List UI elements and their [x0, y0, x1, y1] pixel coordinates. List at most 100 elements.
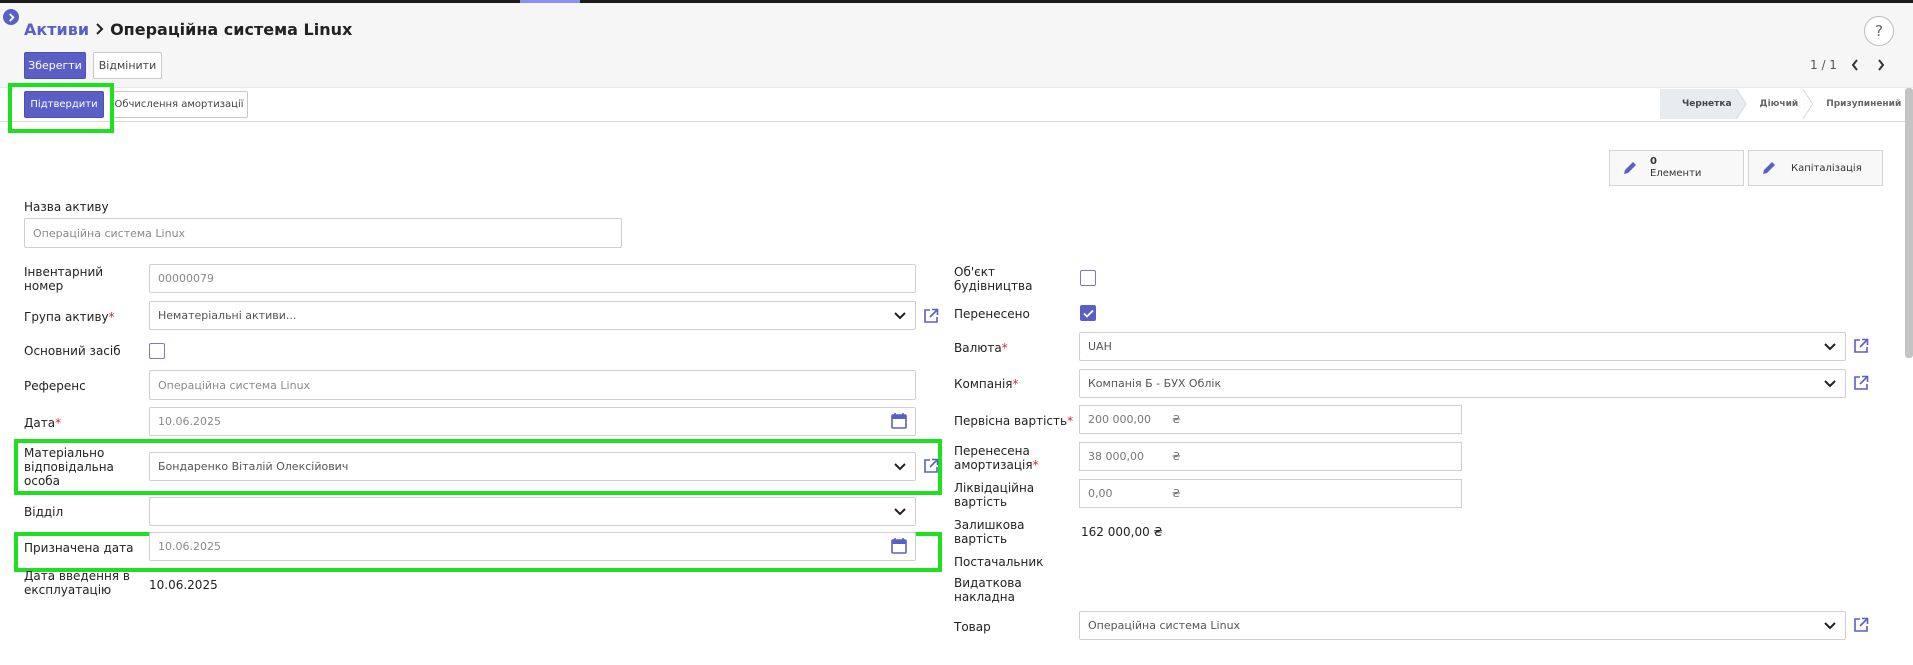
initial-cost-value: 200 000,00 — [1088, 413, 1151, 426]
commission-date-value: 10.06.2025 — [149, 578, 218, 592]
stage-active[interactable]: Діючий — [1738, 89, 1813, 119]
compute-depreciation-button[interactable]: Обчислення амортизації — [110, 91, 248, 118]
required-mark: * — [1032, 458, 1039, 472]
external-link-icon[interactable] — [1852, 374, 1870, 392]
company-label: Компанія* — [954, 377, 1019, 391]
required-mark: * — [55, 416, 62, 430]
company-select[interactable]: Компанія Б - БУХ Облік — [1079, 369, 1846, 398]
initial-cost-field[interactable]: 200 000,00 ₴ — [1079, 405, 1462, 434]
transferred-depreciation-label-text: Перенесена амортизація — [954, 444, 1033, 472]
reference-value: Операційна система Linux — [158, 378, 311, 392]
menu-toggle-icon[interactable] — [3, 9, 19, 25]
product-value: Операційна система Linux — [1088, 619, 1241, 632]
check-icon — [1082, 309, 1094, 318]
chevron-down-icon — [893, 505, 907, 519]
required-mark: * — [1012, 377, 1019, 391]
product-label: Товар — [954, 620, 991, 634]
fixed-asset-label: Основний засіб — [24, 344, 121, 358]
currency-label-text: Валюта — [954, 341, 1002, 355]
pager: 1 / 1 — [1810, 57, 1889, 73]
scrollbar[interactable] — [1905, 88, 1913, 358]
items-label: Елементи — [1650, 168, 1702, 179]
chevron-down-icon — [1823, 340, 1837, 354]
calendar-icon[interactable] — [891, 537, 907, 557]
initial-cost-label: Первісна вартість* — [954, 414, 1073, 428]
calendar-icon[interactable] — [891, 412, 907, 432]
residual-value-value: 162 000,00 ₴ — [1081, 525, 1163, 539]
date-label: Дата* — [24, 416, 61, 430]
assigned-date-value: 10.06.2025 — [158, 540, 221, 553]
items-smart-button[interactable]: 0 Елементи — [1609, 150, 1744, 186]
responsible-person-label: Матеріально відповідальна особа — [24, 446, 114, 488]
currency-symbol: ₴ — [1172, 450, 1181, 463]
date-field[interactable]: 10.06.2025 — [149, 407, 916, 436]
help-button[interactable]: ? — [1864, 16, 1894, 46]
asset-group-label-text: Група активу — [24, 310, 109, 324]
transferred-label: Перенесено — [954, 307, 1030, 321]
chevron-right-icon — [95, 21, 104, 39]
breadcrumb-root-link[interactable]: Активи — [24, 20, 89, 39]
assigned-date-field[interactable]: 10.06.2025 — [149, 532, 916, 561]
breadcrumb: Активи Операційна система Linux — [24, 20, 352, 39]
required-mark: * — [1001, 341, 1008, 355]
reference-label: Референс — [24, 379, 86, 393]
pencil-icon — [1610, 159, 1650, 177]
transferred-checkbox[interactable] — [1080, 305, 1096, 321]
discard-button[interactable]: Відмінити — [93, 52, 162, 79]
asset-name-value: Операційна система Linux — [33, 226, 186, 240]
external-link-icon[interactable] — [1852, 337, 1870, 355]
external-link-icon[interactable] — [922, 307, 940, 325]
status-stages: Чернетка Діючий Призупинений — [1660, 89, 1913, 119]
responsible-person-select[interactable]: Бондаренко Віталій Олексійович — [149, 452, 916, 481]
salvage-value-label: Ліквідаційна вартість — [954, 481, 1035, 509]
chevron-down-icon — [1823, 619, 1837, 633]
inventory-number-value: 00000079 — [158, 272, 214, 285]
statusbar — [0, 87, 1913, 122]
asset-name-label: Назва активу — [24, 200, 109, 214]
transferred-depreciation-field[interactable]: 38 000,00 ₴ — [1079, 442, 1462, 471]
asset-name-field[interactable]: Операційна система Linux — [24, 218, 622, 248]
stage-draft[interactable]: Чернетка — [1660, 89, 1746, 119]
inventory-number-field[interactable]: 00000079 — [149, 264, 916, 293]
pencil-icon — [1749, 159, 1789, 177]
items-smart-text: 0 Елементи — [1650, 156, 1701, 180]
currency-symbol: ₴ — [1172, 487, 1181, 500]
asset-group-value: Нематеріальні активи... — [158, 309, 297, 322]
transferred-depreciation-value: 38 000,00 — [1088, 450, 1144, 463]
required-mark: * — [108, 310, 115, 324]
items-count: 0 — [1650, 156, 1657, 167]
page-title: Операційна система Linux — [110, 20, 353, 39]
pager-value[interactable]: 1 / 1 — [1810, 58, 1837, 72]
company-label-text: Компанія — [954, 377, 1013, 391]
stage-suspended[interactable]: Призупинений — [1804, 89, 1913, 119]
invoice-label: Видаткова накладна — [954, 576, 1022, 604]
pager-previous-icon[interactable] — [1847, 57, 1863, 73]
company-value: Компанія Б - БУХ Облік — [1088, 377, 1222, 390]
supplier-label: Постачальник — [954, 555, 1044, 569]
department-label: Відділ — [24, 505, 64, 519]
product-select[interactable]: Операційна система Linux — [1079, 611, 1846, 640]
save-button[interactable]: Зберегти — [24, 52, 86, 79]
initial-cost-label-text: Первісна вартість — [954, 414, 1068, 428]
construction-object-label: Об'єкт будівництва — [954, 265, 1033, 293]
asset-group-label: Група активу* — [24, 310, 115, 324]
asset-group-select[interactable]: Нематеріальні активи... — [149, 301, 916, 330]
capitalization-smart-button[interactable]: Капіталізація — [1748, 150, 1883, 186]
currency-label: Валюта* — [954, 341, 1008, 355]
chevron-down-icon — [893, 460, 907, 474]
construction-object-checkbox[interactable] — [1080, 270, 1096, 286]
pager-next-icon[interactable] — [1873, 57, 1889, 73]
fixed-asset-checkbox[interactable] — [149, 343, 165, 359]
currency-select[interactable]: UAH — [1079, 332, 1846, 361]
external-link-icon[interactable] — [922, 457, 940, 475]
confirm-button[interactable]: Підтвердити — [24, 91, 104, 118]
reference-field[interactable]: Операційна система Linux — [149, 370, 916, 400]
commission-date-label: Дата введення в експлуатацію — [24, 569, 130, 597]
external-link-icon[interactable] — [1852, 616, 1870, 634]
salvage-value-field[interactable]: 0,00 ₴ — [1079, 479, 1462, 508]
salvage-value-value: 0,00 — [1088, 487, 1113, 500]
assigned-date-label: Призначена дата — [24, 541, 134, 555]
department-select[interactable] — [149, 497, 916, 526]
currency-value: UAH — [1088, 340, 1112, 353]
transferred-depreciation-label: Перенесена амортизація* — [954, 444, 1074, 472]
